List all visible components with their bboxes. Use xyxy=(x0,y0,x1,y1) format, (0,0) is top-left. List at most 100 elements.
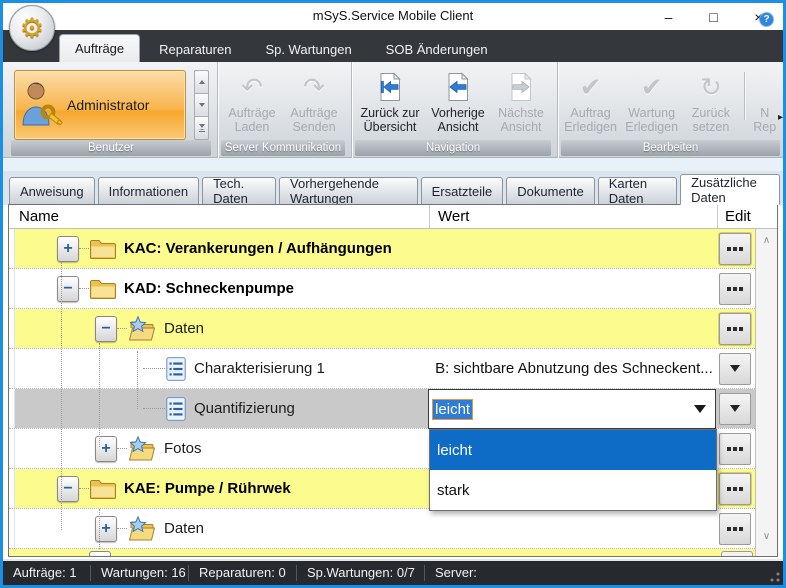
ellipsis-icon xyxy=(727,487,731,491)
tree-line xyxy=(99,343,100,447)
combobox-editor[interactable]: leicht xyxy=(428,389,716,429)
tree-row[interactable]: Quantifizierungleicht xyxy=(9,389,777,429)
row-edit-button[interactable] xyxy=(719,513,751,545)
tab-informationen[interactable]: Informationen xyxy=(98,177,200,205)
ribbon-button-zur-ck-setzen[interactable]: ↻Zurücksetzen xyxy=(682,66,739,134)
partial-row xyxy=(9,549,777,556)
tab-anweisung[interactable]: Anweisung xyxy=(9,177,95,205)
tree-row[interactable]: −KAD: Schneckenpumpe xyxy=(9,269,777,309)
tree-line xyxy=(137,351,138,409)
row-edit-button[interactable] xyxy=(719,313,751,345)
column-header-edit[interactable]: Edit xyxy=(717,205,757,228)
scroll-down-icon[interactable]: ∨ xyxy=(756,531,777,542)
ribbon-button-zur-ck-zur-bersicht[interactable]: Zurück zurÜbersicht xyxy=(355,66,425,134)
ribbon-tab-sob-nderungen[interactable]: SOB Änderungen xyxy=(371,36,503,62)
tree-row[interactable]: Charakterisierung 1B: sichtbare Abnutzun… xyxy=(9,349,777,389)
row-dropdown-button[interactable] xyxy=(719,353,751,385)
button-label-line2: Übersicht xyxy=(364,120,417,134)
ribbon-group-label: Navigation xyxy=(355,140,551,156)
name-cell: +Daten xyxy=(15,509,428,548)
name-cell: −Daten xyxy=(15,309,428,348)
collapse-button[interactable]: − xyxy=(95,316,117,342)
minimize-button[interactable]: – xyxy=(646,3,691,30)
vertical-scrollbar[interactable]: ∧ ∨ xyxy=(755,229,777,556)
combobox-dropdown: leichtstark xyxy=(429,429,717,511)
tab-karten-daten[interactable]: Karten Daten xyxy=(598,177,677,205)
button-label-line2: setzen xyxy=(692,120,729,134)
row-edit-button[interactable] xyxy=(719,473,751,505)
ribbon-tab-sp-wartungen[interactable]: Sp. Wartungen xyxy=(250,36,366,62)
ribbon-button-auftr-ge-laden[interactable]: ↶AufträgeLaden xyxy=(221,66,283,134)
tab-ersatzteile[interactable]: Ersatzteile xyxy=(421,177,504,205)
row-label: Charakterisierung 1 xyxy=(194,360,325,377)
folder-star-icon xyxy=(127,316,157,342)
ribbon-button-wartung-erledigen[interactable]: ✔WartungErledigen xyxy=(621,66,682,134)
tab-vorhergehende-wartungen[interactable]: Vorhergehende Wartungen xyxy=(279,177,418,205)
wert-cell xyxy=(428,229,715,268)
column-header-wert[interactable]: Wert xyxy=(429,205,717,228)
row-edit-button[interactable] xyxy=(719,273,751,305)
folder-icon xyxy=(89,478,117,500)
ellipsis-icon xyxy=(727,527,731,531)
ellipsis-icon xyxy=(739,487,743,491)
tab-tech-daten[interactable]: Tech. Daten xyxy=(202,177,276,205)
tree-row[interactable]: +Daten xyxy=(9,509,777,549)
button-label-line1: Zurück zur xyxy=(360,106,419,120)
ribbon-button-auftrag-erledigen[interactable]: ✔AuftragErledigen xyxy=(560,66,621,134)
ribbon-button-n-rep[interactable]: NRep xyxy=(749,66,781,134)
spin-up-icon[interactable] xyxy=(194,70,209,94)
app-gear-icon[interactable]: ⚙ xyxy=(9,5,55,51)
ribbon-tab-auftr-ge[interactable]: Aufträge xyxy=(59,34,140,62)
user-button[interactable]: Administrator xyxy=(14,70,186,140)
row-dropdown-button[interactable] xyxy=(719,393,751,425)
edit-cell xyxy=(715,269,755,308)
tree-row[interactable]: +KAC: Verankerungen / Aufhängungen xyxy=(9,229,777,269)
spin-last-icon[interactable] xyxy=(194,117,209,140)
button-label-line2: Erledigen xyxy=(625,120,678,134)
chevron-down-icon[interactable] xyxy=(694,405,706,413)
status-item: Server: xyxy=(425,565,783,581)
help-icon[interactable]: ? xyxy=(759,12,774,27)
ribbon-group-label: Bearbeiten xyxy=(561,140,780,156)
dropdown-arrow-icon xyxy=(730,405,740,412)
tree-connector xyxy=(117,328,127,329)
page-forward-icon xyxy=(508,68,534,106)
ribbon-button-vorherige-ansicht[interactable]: VorherigeAnsicht xyxy=(425,66,491,134)
tree-connector xyxy=(143,408,165,409)
row-edit-button[interactable] xyxy=(719,233,751,265)
ellipsis-icon xyxy=(727,247,731,251)
status-bar: Aufträge: 1Wartungen: 16Reparaturen: 0Sp… xyxy=(3,561,783,585)
expand-button[interactable]: + xyxy=(57,236,79,262)
resize-grip-icon[interactable] xyxy=(770,572,780,582)
button-label-line2: Senden xyxy=(292,120,335,134)
dropdown-option[interactable]: stark xyxy=(430,470,716,510)
app-window: ⚙ mSyS.Service Mobile Client –□× Aufträg… xyxy=(0,0,786,588)
tab-zus-tzliche-daten[interactable]: Zusätzliche Daten xyxy=(680,174,780,205)
ribbon-group-benutzer: AdministratorBenutzer xyxy=(8,62,214,158)
name-cell: Charakterisierung 1 xyxy=(15,349,428,388)
partial-expand-button[interactable] xyxy=(89,551,111,556)
scroll-up-icon[interactable]: ∧ xyxy=(756,235,777,246)
edit-cell xyxy=(715,469,755,508)
undo-arrow-icon: ↶ xyxy=(241,68,263,106)
ribbon-button-n-chste-ansicht[interactable]: NächsteAnsicht xyxy=(491,66,551,134)
name-cell: +Fotos xyxy=(15,429,428,468)
ellipsis-icon xyxy=(739,287,743,291)
row-edit-button[interactable] xyxy=(719,433,751,465)
tree-row[interactable]: −Daten xyxy=(9,309,777,349)
list-icon xyxy=(165,356,187,382)
column-header-name[interactable]: Name xyxy=(9,205,429,228)
ribbon: ▸ AdministratorBenutzer↶AufträgeLaden↷Au… xyxy=(3,62,783,158)
dropdown-option[interactable]: leicht xyxy=(430,430,716,470)
ribbon-button-auftr-ge-senden[interactable]: ↷AufträgeSenden xyxy=(283,66,345,134)
spin-down-icon[interactable] xyxy=(194,94,209,117)
row-label: Fotos xyxy=(164,440,202,457)
status-item: Aufträge: 1 xyxy=(3,565,91,581)
ribbon-tab-reparaturen[interactable]: Reparaturen xyxy=(144,36,246,62)
partial-edit-button[interactable] xyxy=(721,551,753,556)
button-label-line1: Zurück xyxy=(692,106,730,120)
maximize-button[interactable]: □ xyxy=(691,3,736,30)
check-icon: ✔ xyxy=(580,68,602,106)
tab-dokumente[interactable]: Dokumente xyxy=(506,177,594,205)
button-label-line1: Auftrag xyxy=(570,106,610,120)
